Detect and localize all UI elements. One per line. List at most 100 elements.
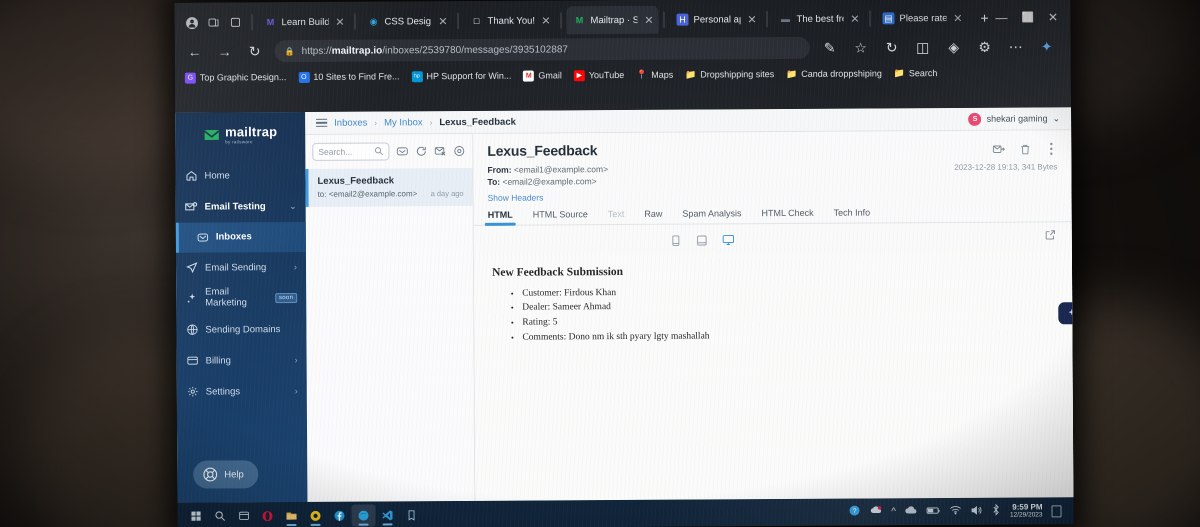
minimize-button[interactable]: — xyxy=(995,11,1007,25)
bookmark-item[interactable]: 📍 Maps xyxy=(636,69,673,80)
tab-title: The best free xyxy=(796,13,844,25)
volume-icon[interactable] xyxy=(971,504,983,518)
tab-close-icon[interactable]: ✕ xyxy=(438,15,447,28)
tab-close-icon[interactable]: ✕ xyxy=(541,14,550,27)
tab-html[interactable]: HTML xyxy=(488,209,513,224)
search-input[interactable]: Search... xyxy=(312,142,390,161)
email-body-list: Customer: Firdous Khan Dealer: Sameer Ah… xyxy=(492,283,1054,345)
browser-tab[interactable]: ▤ Please rate yo ✕ xyxy=(875,4,967,33)
bluetooth-icon[interactable] xyxy=(992,503,1001,519)
extensions-icon[interactable]: ⚙ xyxy=(975,37,995,57)
refresh-icon[interactable] xyxy=(414,145,427,158)
wifi-icon[interactable] xyxy=(950,505,962,518)
address-bar[interactable]: 🔒 https://mailtrap.io/inboxes/2539780/me… xyxy=(274,36,810,63)
tab-close-icon[interactable]: ✕ xyxy=(747,13,756,26)
message-list-item[interactable]: Lexus_Feedback to: <email2@example.com> … xyxy=(305,167,473,207)
forward-icon[interactable]: → xyxy=(215,41,235,61)
tab-html-source[interactable]: HTML Source xyxy=(533,209,588,224)
bookmark-item[interactable]: G Top Graphic Design... xyxy=(184,72,287,84)
sidebar-item-home[interactable]: Home xyxy=(175,159,305,191)
tab-close-icon[interactable]: ✕ xyxy=(335,15,344,28)
battery-icon[interactable] xyxy=(927,506,941,518)
settings-icon[interactable] xyxy=(452,144,465,157)
task-view-icon[interactable] xyxy=(231,505,255,527)
user-menu[interactable]: S shekari gaming ⌄ xyxy=(968,112,1061,126)
more-icon[interactable]: ⋯ xyxy=(1006,37,1026,57)
breadcrumb-inboxes[interactable]: Inboxes xyxy=(334,117,367,128)
facebook-icon[interactable] xyxy=(327,504,351,526)
sidebar-item-email-sending[interactable]: Email Sending › xyxy=(176,251,306,283)
message-meta: to: <email2@example.com> a day ago xyxy=(318,189,464,199)
tab-close-icon[interactable]: ✕ xyxy=(850,12,859,25)
sidebar-item-inboxes[interactable]: Inboxes xyxy=(175,221,306,253)
split-icon[interactable]: ◫ xyxy=(913,37,933,57)
favorite-star-icon[interactable]: ☆ xyxy=(851,37,871,57)
breadcrumb-my-inbox[interactable]: My Inbox xyxy=(384,117,423,128)
trash-icon[interactable] xyxy=(1018,143,1031,156)
pen-icon[interactable]: ✎ xyxy=(820,38,840,58)
tab-close-icon[interactable]: ✕ xyxy=(953,11,962,24)
notes-icon[interactable] xyxy=(399,504,423,526)
browser-tab[interactable]: ▬ The best free ✕ xyxy=(772,5,864,34)
bookmark-item[interactable]: 📁 Canda droppshiping xyxy=(786,68,882,80)
bookmark-item[interactable]: hp HP Support for Win... xyxy=(411,70,511,82)
collections-icon[interactable]: ◈ xyxy=(944,37,964,57)
message-list-toolbar: Search... xyxy=(305,134,472,169)
sidebar-item-email-testing[interactable]: Email Testing ⌄ xyxy=(176,190,306,222)
sidebar-item-billing[interactable]: Billing › xyxy=(176,344,306,376)
chrome-icon[interactable] xyxy=(303,504,327,526)
kebab-menu-icon[interactable] xyxy=(1044,142,1057,155)
history-icon[interactable]: ↻ xyxy=(882,37,902,57)
bookmark-item[interactable]: M Gmail xyxy=(523,70,562,82)
browser-tab[interactable]: H Personal apps ✕ xyxy=(669,5,761,34)
browser-tab[interactable]: ◉ CSS Design for ✕ xyxy=(360,7,452,36)
file-explorer-icon[interactable] xyxy=(279,504,303,526)
close-button[interactable]: ✕ xyxy=(1048,10,1058,24)
tab-raw[interactable]: Raw xyxy=(644,208,662,223)
help-button[interactable]: Help xyxy=(193,460,258,489)
sidebar-item-sending-domains[interactable]: Sending Domains xyxy=(176,313,306,345)
tab-html-check[interactable]: HTML Check xyxy=(761,207,813,222)
hamburger-icon[interactable] xyxy=(316,118,328,128)
bookmark-item[interactable]: 📁 Dropshipping sites xyxy=(685,69,774,81)
split-screen-icon[interactable] xyxy=(202,11,224,33)
show-desktop-button[interactable] xyxy=(1051,504,1062,517)
browser-tab[interactable]: □ Thank You! ✕ xyxy=(463,6,555,35)
copilot-icon[interactable]: ✦ xyxy=(1037,36,1057,56)
tab-spam-analysis[interactable]: Spam Analysis xyxy=(682,208,741,223)
new-tab-button[interactable]: + xyxy=(973,7,995,29)
tab-search-icon[interactable] xyxy=(224,11,246,33)
tab-tech-info[interactable]: Tech Info xyxy=(834,207,871,222)
sidebar-item-settings[interactable]: Settings › xyxy=(177,375,307,407)
bookmark-item[interactable]: ▶ YouTube xyxy=(573,69,624,81)
weather-icon[interactable] xyxy=(869,504,882,519)
ai-assistant-tab[interactable] xyxy=(1058,302,1074,325)
maximize-button[interactable]: ⬜ xyxy=(1021,12,1034,23)
help-icon[interactable]: ? xyxy=(848,505,860,520)
mark-read-icon[interactable] xyxy=(395,145,408,158)
browser-tab[interactable]: M Learn Build De ✕ xyxy=(257,8,349,37)
bookmark-item[interactable]: O 10 Sites to Find Fre... xyxy=(298,71,399,83)
search-icon[interactable] xyxy=(207,505,231,527)
opera-icon[interactable] xyxy=(255,505,279,527)
taskbar-clock[interactable]: 9:59 PM 12/29/2023 xyxy=(1010,502,1043,519)
browser-tab-active[interactable]: M Mailtrap · Safe ✕ xyxy=(566,5,659,35)
forward-icon[interactable] xyxy=(992,143,1005,156)
tab-close-icon[interactable]: ✕ xyxy=(644,13,653,26)
open-in-new-icon[interactable] xyxy=(1045,227,1056,240)
sidebar-item-email-marketing[interactable]: Email Marketing soon xyxy=(176,282,306,314)
reload-icon[interactable]: ↻ xyxy=(245,41,265,61)
start-icon[interactable] xyxy=(183,505,207,527)
desktop-preview-icon[interactable] xyxy=(722,233,734,245)
edge-icon[interactable] xyxy=(351,504,376,527)
onedrive-icon[interactable] xyxy=(905,505,918,518)
profile-icon[interactable] xyxy=(180,12,202,34)
bookmark-item[interactable]: 📁 Search xyxy=(894,68,938,79)
tablet-preview-icon[interactable] xyxy=(696,233,708,246)
back-icon[interactable]: ← xyxy=(185,42,205,62)
mailtrap-logo[interactable]: mailtrap by railsware xyxy=(175,112,305,160)
show-hidden-icon[interactable]: ^ xyxy=(891,506,896,517)
vscode-icon[interactable] xyxy=(375,504,399,526)
delete-all-icon[interactable] xyxy=(433,145,446,158)
mobile-preview-icon[interactable] xyxy=(670,233,682,246)
